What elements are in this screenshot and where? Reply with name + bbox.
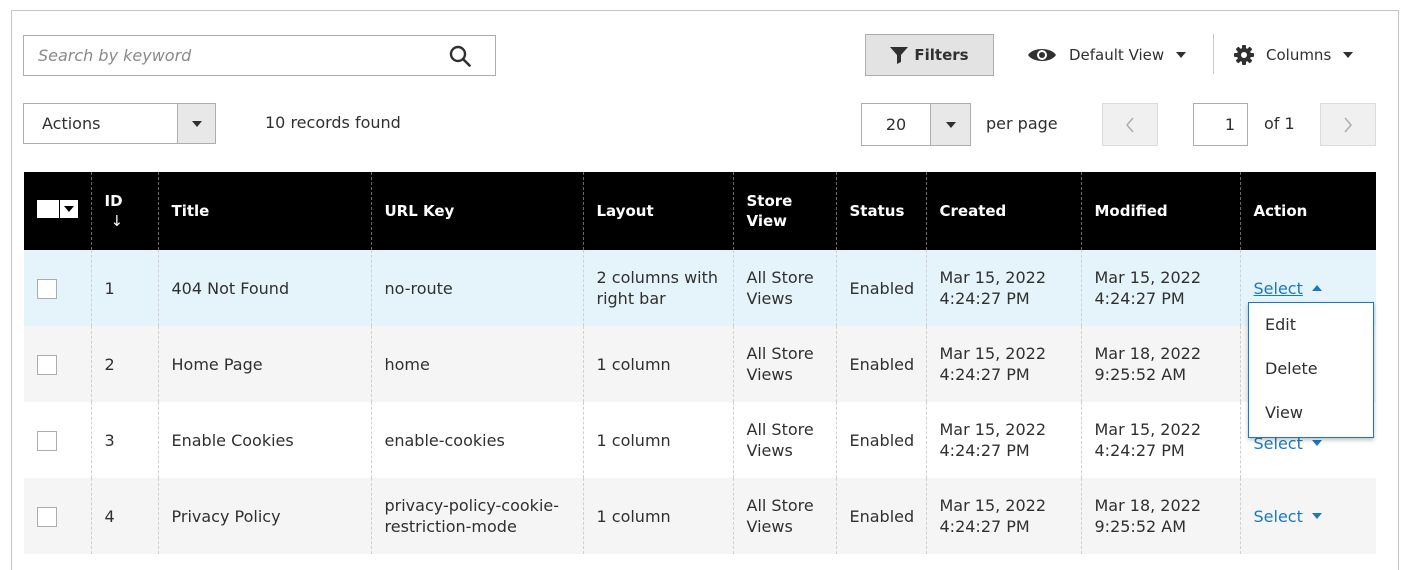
cell-title: Home Page: [158, 326, 372, 402]
cell-modified: Mar 15, 2022 4:24:27 PM: [1081, 402, 1241, 478]
column-header-store-view[interactable]: Store View: [733, 172, 837, 250]
mass-actions-select[interactable]: Actions: [23, 103, 216, 144]
current-page-input[interactable]: [1193, 103, 1248, 146]
cell-title: Enable Cookies: [158, 402, 372, 478]
cell-id: 2: [91, 326, 159, 402]
mass-select-checkbox[interactable]: [37, 199, 78, 219]
chevron-down-icon: [1176, 52, 1187, 58]
cell-modified: Mar 15, 2022 4:24:27 PM: [1081, 250, 1241, 326]
cell-status: Enabled: [836, 402, 927, 478]
chevron-down-icon: [945, 121, 956, 128]
menu-item-view[interactable]: View: [1249, 396, 1373, 440]
search-icon[interactable]: [449, 45, 471, 67]
next-page-button[interactable]: [1320, 103, 1376, 146]
cell-created: Mar 15, 2022 4:24:27 PM: [926, 250, 1082, 326]
cell-store-view: All Store Views: [733, 250, 837, 326]
column-header-created[interactable]: Created: [926, 172, 1082, 250]
column-header-id[interactable]: ID ↓: [91, 172, 159, 250]
pages-grid: ID ↓ Title URL Key Layout Store View Sta…: [24, 172, 1376, 554]
sort-arrow-icon: ↓: [110, 212, 124, 230]
mass-actions-label: Actions: [42, 114, 101, 133]
cell-layout: 1 column: [583, 402, 734, 478]
default-view-button[interactable]: Default View: [1027, 38, 1187, 72]
records-count: 10 records found: [265, 113, 401, 132]
total-pages-label: of 1: [1264, 114, 1295, 133]
columns-button[interactable]: Columns: [1234, 38, 1354, 72]
chevron-up-icon: [1311, 285, 1322, 291]
toolbar-divider: [1213, 34, 1214, 74]
row-checkbox[interactable]: [37, 430, 57, 451]
cell-url-key: home: [371, 326, 584, 402]
menu-item-delete[interactable]: Delete: [1249, 352, 1373, 396]
chevron-right-icon: [1344, 116, 1353, 133]
cell-id: 4: [91, 478, 159, 554]
cell-store-view: All Store Views: [733, 402, 837, 478]
cell-created: Mar 15, 2022 4:24:27 PM: [926, 402, 1082, 478]
cell-url-key: no-route: [371, 250, 584, 326]
cell-title: 404 Not Found: [158, 250, 372, 326]
row-action-select[interactable]: Select: [1254, 278, 1322, 299]
chevron-down-icon: [1311, 440, 1322, 446]
cell-created: Mar 15, 2022 4:24:27 PM: [926, 326, 1082, 402]
mass-actions-toggle[interactable]: [177, 104, 215, 143]
mass-select-header[interactable]: [24, 172, 92, 250]
chevron-left-icon: [1125, 116, 1134, 133]
filters-button[interactable]: Filters: [865, 34, 994, 76]
table-row[interactable]: 2 Home Page home 1 column All Store View…: [24, 326, 1376, 402]
chevron-down-icon: [191, 120, 202, 127]
column-header-status[interactable]: Status: [836, 172, 927, 250]
table-row[interactable]: 4 Privacy Policy privacy-policy-cookie-r…: [24, 478, 1376, 554]
row-checkbox[interactable]: [37, 506, 57, 527]
chevron-down-icon: [64, 206, 74, 212]
previous-page-button[interactable]: [1102, 103, 1158, 146]
cell-url-key: enable-cookies: [371, 402, 584, 478]
table-row[interactable]: 1 404 Not Found no-route 2 columns with …: [24, 250, 1376, 326]
grid-header-row: ID ↓ Title URL Key Layout Store View Sta…: [24, 172, 1376, 250]
row-action-select[interactable]: Select: [1254, 506, 1322, 527]
filter-icon: [890, 46, 909, 64]
cell-status: Enabled: [836, 326, 927, 402]
row-action-menu: Edit Delete View: [1248, 302, 1374, 438]
cell-id: 1: [91, 250, 159, 326]
cell-layout: 1 column: [583, 326, 734, 402]
gear-icon: [1234, 45, 1254, 65]
columns-label: Columns: [1266, 46, 1332, 64]
cell-layout: 2 columns with right bar: [583, 250, 734, 326]
column-header-layout[interactable]: Layout: [583, 172, 734, 250]
column-header-action: Action: [1240, 172, 1376, 250]
per-page-toggle[interactable]: [930, 104, 970, 145]
row-checkbox[interactable]: [37, 278, 57, 299]
cell-modified: Mar 18, 2022 9:25:52 AM: [1081, 478, 1241, 554]
column-header-modified[interactable]: Modified: [1081, 172, 1241, 250]
per-page-label: per page: [986, 114, 1058, 133]
table-row[interactable]: 3 Enable Cookies enable-cookies 1 column…: [24, 402, 1376, 478]
column-header-url-key[interactable]: URL Key: [371, 172, 584, 250]
search-input[interactable]: [24, 36, 444, 75]
per-page-value: 20: [885, 115, 907, 134]
cell-layout: 1 column: [583, 478, 734, 554]
cell-modified: Mar 18, 2022 9:25:52 AM: [1081, 326, 1241, 402]
cell-id: 3: [91, 402, 159, 478]
eye-icon: [1028, 49, 1056, 61]
search-box: [23, 35, 496, 76]
cell-store-view: All Store Views: [733, 326, 837, 402]
view-label: Default View: [1069, 46, 1165, 64]
cell-url-key: privacy-policy-cookie-restriction-mode: [371, 478, 584, 554]
cell-status: Enabled: [836, 250, 927, 326]
row-checkbox[interactable]: [37, 354, 57, 375]
menu-item-edit[interactable]: Edit: [1249, 308, 1373, 352]
chevron-down-icon: [1311, 513, 1322, 519]
filters-label: Filters: [914, 46, 969, 64]
cell-title: Privacy Policy: [158, 478, 372, 554]
column-header-title[interactable]: Title: [158, 172, 372, 250]
chevron-down-icon: [1343, 52, 1354, 58]
per-page-select[interactable]: 20: [861, 103, 971, 146]
cell-created: Mar 15, 2022 4:24:27 PM: [926, 478, 1082, 554]
cell-store-view: All Store Views: [733, 478, 837, 554]
cell-status: Enabled: [836, 478, 927, 554]
